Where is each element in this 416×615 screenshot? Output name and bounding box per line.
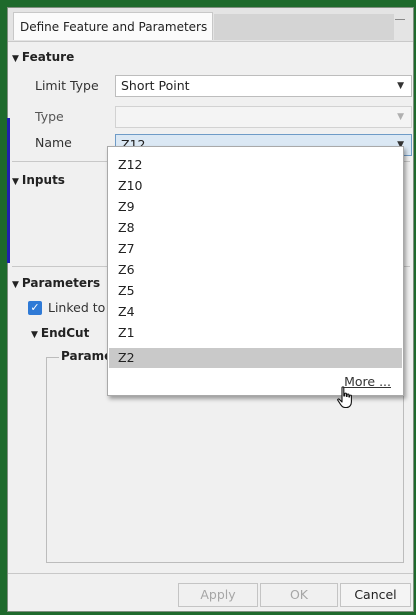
cancel-button[interactable]: Cancel <box>340 583 411 607</box>
tab-bar: Define Feature and Parameters <box>8 8 413 42</box>
feature-header-label: Feature <box>21 50 75 64</box>
dropdown-option[interactable]: Z9 <box>109 197 402 217</box>
dropdown-option[interactable]: Z5 <box>109 281 402 301</box>
tab-bar-filler <box>214 14 394 40</box>
dropdown-option-highlighted[interactable]: Z2 <box>109 348 402 368</box>
ok-button[interactable]: OK <box>260 583 338 607</box>
hand-pointer-icon <box>337 386 352 409</box>
triangle-down-icon: ▼ <box>12 177 19 187</box>
type-label: Type <box>35 109 64 124</box>
inputs-header-label: Inputs <box>21 173 65 187</box>
chevron-down-icon: ▼ <box>397 81 404 91</box>
name-dropdown-list[interactable]: Z12 Z10 Z9 Z8 Z7 Z6 Z5 Z4 Z1 Z2 More ... <box>107 146 404 396</box>
footer-separator <box>8 573 413 574</box>
dropdown-option[interactable]: Z6 <box>109 260 402 280</box>
limit-type-value: Short Point <box>121 78 190 93</box>
linked-checkbox[interactable]: ✓ <box>28 301 42 315</box>
triangle-down-icon: ▼ <box>31 330 38 340</box>
left-accent-bar <box>7 118 10 263</box>
endcut-header-label: EndCut <box>40 326 90 340</box>
chevron-down-icon: ▼ <box>397 112 404 122</box>
triangle-down-icon: ▼ <box>12 280 19 290</box>
limit-type-label: Limit Type <box>35 78 99 93</box>
checkmark-icon: ✓ <box>30 301 40 314</box>
feature-section-header[interactable]: ▼ Feature <box>12 50 74 64</box>
name-label: Name <box>35 135 72 150</box>
parameters-section-header[interactable]: ▼ Parameters <box>12 276 100 290</box>
endcut-section-header[interactable]: ▼ EndCut <box>31 326 89 340</box>
type-select[interactable]: ▼ <box>115 106 412 128</box>
dropdown-option[interactable]: Z10 <box>109 176 402 196</box>
inputs-section-header[interactable]: ▼ Inputs <box>12 173 65 187</box>
triangle-down-icon: ▼ <box>12 54 19 64</box>
dropdown-option[interactable]: Z4 <box>109 302 402 322</box>
dropdown-option[interactable]: Z12 <box>109 155 402 175</box>
tab-define-feature[interactable]: Define Feature and Parameters <box>13 12 213 40</box>
apply-button[interactable]: Apply <box>178 583 258 607</box>
limit-type-select[interactable]: Short Point ▼ <box>115 75 412 97</box>
linked-label: Linked to <box>48 300 106 315</box>
dropdown-option[interactable]: Z1 <box>109 323 402 343</box>
parameters-header-label: Parameters <box>21 276 101 290</box>
dropdown-option[interactable]: Z8 <box>109 218 402 238</box>
dropdown-option[interactable]: Z7 <box>109 239 402 259</box>
minimize-icon[interactable] <box>395 19 405 21</box>
